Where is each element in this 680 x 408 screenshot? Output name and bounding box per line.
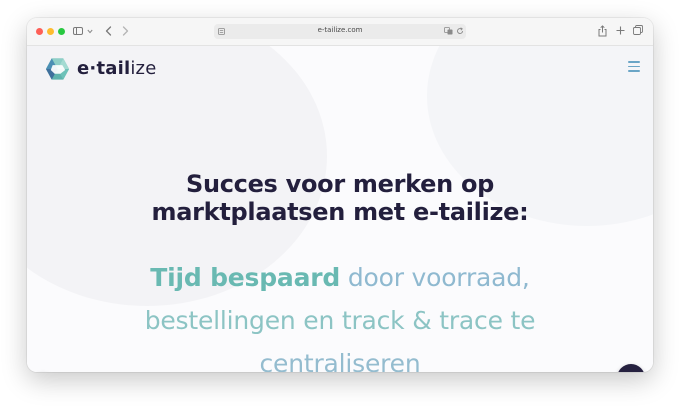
logo-light-text: ize xyxy=(130,58,157,79)
hamburger-menu-icon[interactable] xyxy=(628,61,640,72)
hero-sub-part-1: door voorraad, xyxy=(340,263,530,292)
site-logo[interactable]: e·tailize xyxy=(77,58,156,79)
sidebar-icon[interactable] xyxy=(73,27,83,35)
hero-sub-line-1: Tijd bespaard door voorraad, xyxy=(67,256,613,299)
browser-window: e-tailize.com e·tailize Succes voor merk… xyxy=(27,18,653,372)
close-window-button[interactable] xyxy=(36,28,43,35)
chat-icon xyxy=(624,371,638,372)
url-text: e-tailize.com xyxy=(317,26,363,34)
chevron-down-icon[interactable] xyxy=(87,29,93,34)
tabs-overview-icon[interactable] xyxy=(633,25,643,35)
zoom-window-button[interactable] xyxy=(58,28,65,35)
minimize-window-button[interactable] xyxy=(47,28,54,35)
translate-icon[interactable] xyxy=(444,27,453,35)
hero-highlight: Tijd bespaard xyxy=(150,263,341,292)
hero-subheadline: Tijd bespaard door voorraad, bestellinge… xyxy=(67,256,613,372)
hero-headline: Succes voor merken op marktplaatsen met … xyxy=(87,170,593,226)
new-tab-icon[interactable] xyxy=(616,26,625,35)
back-icon[interactable] xyxy=(105,26,112,36)
hero-headline-line-2: marktplaatsen met e-tailize: xyxy=(151,198,529,226)
logo-bold-text: e·tail xyxy=(77,58,131,79)
web-page: e·tailize Succes voor merken op marktpla… xyxy=(27,46,653,372)
address-bar[interactable]: e-tailize.com xyxy=(214,24,466,39)
hero-sub-line-3: centraliseren xyxy=(259,349,421,372)
hero-sub-line-2: bestellingen en track & trace te xyxy=(144,306,536,335)
e-tailize-logo-icon[interactable] xyxy=(45,57,70,81)
share-icon[interactable] xyxy=(598,25,607,37)
browser-toolbar: e-tailize.com xyxy=(27,18,653,46)
reload-icon[interactable] xyxy=(456,27,464,35)
hero-headline-line-1: Succes voor merken op xyxy=(185,170,495,198)
forward-icon[interactable] xyxy=(122,26,129,36)
chat-button[interactable] xyxy=(617,364,645,372)
screenshot-stage: e-tailize.com e·tailize Succes voor merk… xyxy=(0,0,680,408)
